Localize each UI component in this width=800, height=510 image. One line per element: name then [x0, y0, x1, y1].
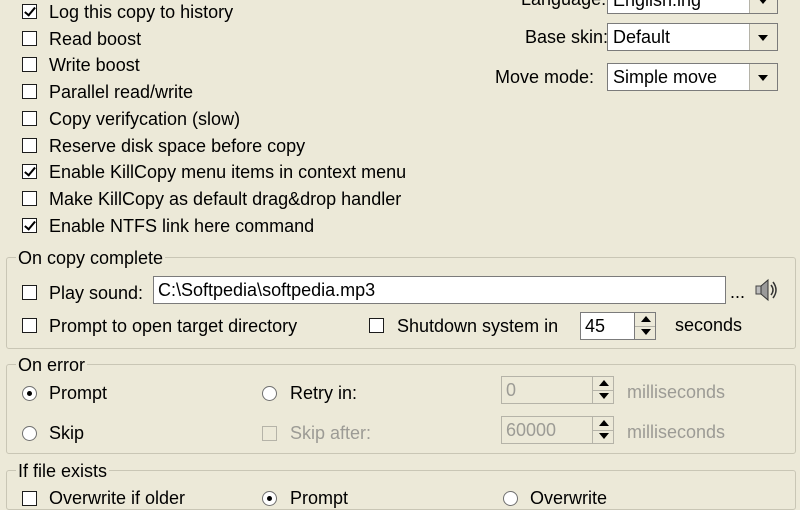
enable-ntfs-link-here-command-label: Enable NTFS link here command: [49, 215, 315, 236]
base-skin-value: Default: [613, 27, 671, 47]
shutdown-label: Shutdown system in: [397, 316, 559, 336]
retry-ms-input[interactable]: 0: [501, 376, 593, 404]
copy-verifycation-slow-label: Copy verifycation (slow): [49, 108, 241, 129]
enable-killcopy-menu-items-in-context-menu-label: Enable KillCopy menu items in context me…: [49, 162, 407, 183]
chevron-down-icon[interactable]: [749, 64, 777, 90]
on-error-skip-radio[interactable]: [22, 426, 37, 441]
retry-ms-spinner[interactable]: [592, 376, 614, 404]
shutdown-seconds-input[interactable]: 45: [580, 312, 635, 340]
skip-after-checkbox[interactable]: [262, 426, 277, 441]
sound-path-input[interactable]: C:\Softpedia\softpedia.mp3: [153, 276, 726, 304]
language-value: English.lng: [613, 0, 702, 10]
enable-killcopy-menu-items-in-context-menu-checkbox[interactable]: [22, 164, 37, 180]
retry-ms-value: 0: [506, 380, 517, 400]
base-skin-select[interactable]: Default: [607, 23, 778, 51]
if-file-exists-title: If file exists: [16, 461, 110, 481]
skip-after-label: Skip after:: [290, 423, 372, 443]
make-killcopy-as-default-drag-drop-handler-label: Make KillCopy as default drag&drop handl…: [49, 188, 402, 209]
overwrite-if-older-checkbox[interactable]: [22, 491, 37, 506]
chevron-down-icon[interactable]: [749, 0, 777, 13]
shutdown-checkbox[interactable]: [369, 318, 384, 333]
on-error-skip-label: Skip: [49, 423, 85, 443]
overwrite-if-older-label: Overwrite if older: [49, 488, 186, 508]
play-sound-checkbox[interactable]: [22, 285, 37, 300]
prompt-open-target-checkbox[interactable]: [22, 318, 37, 333]
prompt-open-target-label: Prompt to open target directory: [49, 316, 298, 336]
on-error-prompt-label: Prompt: [49, 383, 108, 403]
parallel-read-write-checkbox[interactable]: [22, 84, 37, 100]
skip-after-ms-unit: milliseconds: [627, 422, 726, 442]
shutdown-spinner[interactable]: [634, 312, 656, 340]
retry-ms-unit: milliseconds: [627, 382, 726, 402]
skip-after-ms-input[interactable]: 60000: [501, 416, 593, 444]
file-exists-prompt-radio[interactable]: [262, 491, 277, 506]
make-killcopy-as-default-drag-drop-handler-checkbox[interactable]: [22, 190, 37, 206]
speaker-icon[interactable]: [754, 277, 780, 303]
read-boost-label: Read boost: [49, 28, 142, 49]
copy-verifycation-slow-checkbox[interactable]: [22, 110, 37, 126]
enable-ntfs-link-here-command-checkbox[interactable]: [22, 217, 37, 233]
read-boost-checkbox[interactable]: [22, 30, 37, 46]
move-mode-value: Simple move: [613, 67, 718, 87]
log-this-copy-to-history-label: Log this copy to history: [49, 2, 234, 22]
parallel-read-write-label: Parallel read/write: [49, 82, 194, 103]
on-error-title: On error: [16, 355, 88, 375]
language-label: Language:: [521, 0, 606, 10]
base-skin-label: Base skin:: [525, 27, 609, 47]
chevron-down-icon[interactable]: [749, 24, 777, 50]
shutdown-seconds-value: 45: [585, 316, 606, 336]
skip-after-ms-value: 60000: [506, 420, 557, 440]
reserve-disk-space-before-copy-checkbox[interactable]: [22, 137, 37, 153]
play-sound-label: Play sound:: [49, 283, 144, 303]
spin-up-icon[interactable]: [593, 417, 613, 431]
file-exists-prompt-label: Prompt: [290, 488, 349, 508]
on-error-retry-radio[interactable]: [262, 386, 277, 401]
spin-down-icon[interactable]: [635, 326, 655, 339]
log-this-copy-to-history-checkbox[interactable]: [22, 4, 37, 19]
skip-after-ms-spinner[interactable]: [592, 416, 614, 444]
reserve-disk-space-before-copy-label: Reserve disk space before copy: [49, 135, 306, 156]
spin-down-icon[interactable]: [593, 390, 613, 403]
spin-down-icon[interactable]: [593, 430, 613, 443]
move-mode-select[interactable]: Simple move: [607, 63, 778, 91]
seconds-label: seconds: [675, 315, 743, 335]
on-error-retry-label: Retry in:: [290, 383, 358, 403]
write-boost-checkbox[interactable]: [22, 57, 37, 73]
browse-sound-button[interactable]: ...: [730, 281, 745, 303]
move-mode-label: Move mode:: [495, 67, 595, 87]
spin-up-icon[interactable]: [635, 313, 655, 327]
file-exists-overwrite-radio[interactable]: [503, 491, 518, 506]
on-copy-complete-title: On copy complete: [16, 248, 166, 268]
on-error-prompt-radio[interactable]: [22, 386, 37, 401]
spin-up-icon[interactable]: [593, 377, 613, 391]
language-select[interactable]: English.lng: [607, 0, 778, 14]
sound-path-value: C:\Softpedia\softpedia.mp3: [158, 280, 376, 300]
write-boost-label: Write boost: [49, 55, 140, 76]
file-exists-overwrite-label: Overwrite: [530, 488, 608, 508]
